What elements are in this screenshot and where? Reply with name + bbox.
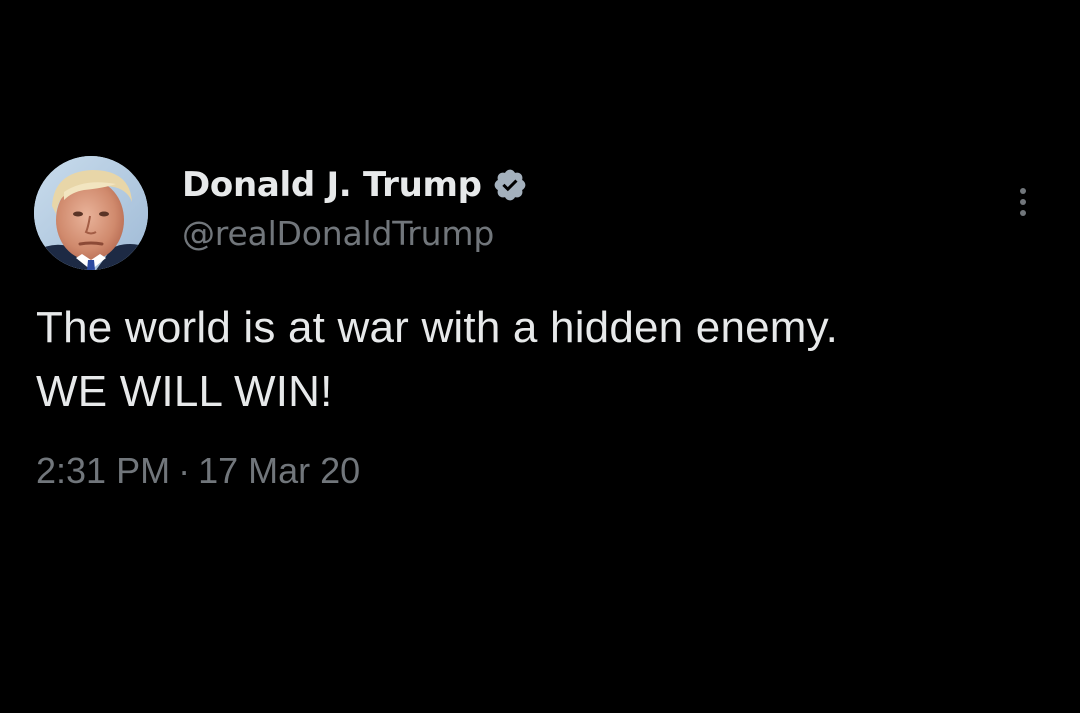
tweet-meta: 2:31 PM · 17 Mar 20 [36, 450, 360, 492]
more-options-button[interactable] [1004, 180, 1042, 224]
tweet-time[interactable]: 2:31 PM [36, 450, 170, 491]
more-vertical-icon [1020, 210, 1026, 216]
verified-badge-icon[interactable] [492, 167, 528, 203]
more-vertical-icon [1020, 188, 1026, 194]
author-info: Donald J. Trump @realDonaldTrump [182, 160, 528, 253]
tweet-text: The world is at war with a hidden enemy.… [36, 296, 1036, 424]
meta-separator: · [178, 450, 191, 491]
avatar-image [34, 156, 148, 270]
tweet-text-line: WE WILL WIN! [36, 367, 333, 416]
tweet-text-line: The world is at war with a hidden enemy. [36, 303, 838, 352]
name-row: Donald J. Trump [182, 160, 528, 210]
avatar[interactable] [34, 156, 148, 270]
author-display-name[interactable]: Donald J. Trump [182, 165, 482, 205]
tweet: Donald J. Trump @realDonaldTrump The wor… [0, 0, 1080, 713]
tweet-date[interactable]: 17 Mar 20 [198, 450, 360, 491]
more-vertical-icon [1020, 199, 1026, 205]
author-handle[interactable]: @realDonaldTrump [182, 214, 528, 253]
